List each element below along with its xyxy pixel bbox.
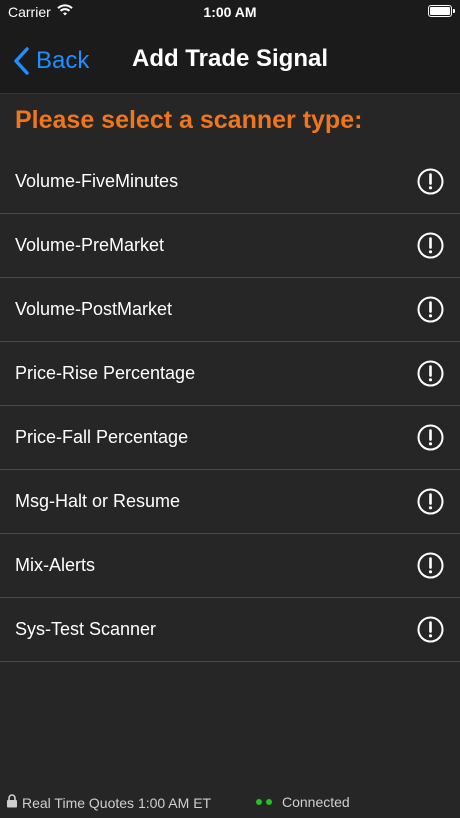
scanner-item-label: Mix-Alerts (15, 555, 95, 575)
exclamation-circle-icon[interactable] (417, 616, 444, 643)
exclamation-circle-icon[interactable] (417, 488, 444, 515)
screen: Carrier 1:00 AM Back Add Trade Signal Pl… (0, 0, 460, 818)
lock-icon (6, 794, 18, 811)
navigation-bar: Back Add Trade Signal (0, 24, 460, 94)
scanner-item-label: Msg-Halt or Resume (15, 491, 181, 511)
scanner-list: Volume-FiveMinutes Volume-PreMarket Volu… (0, 150, 460, 662)
scanner-item-label: Sys-Test Scanner (15, 619, 157, 639)
exclamation-circle-icon[interactable] (417, 360, 444, 387)
quotes-status-text: Real Time Quotes 1:00 AM ET (22, 794, 212, 811)
exclamation-circle-icon[interactable] (417, 552, 444, 579)
battery-icon (428, 5, 455, 17)
scanner-item-price-rise-percentage[interactable]: Price-Rise Percentage (0, 342, 460, 406)
scanner-item-volume-fiveminutes[interactable]: Volume-FiveMinutes (0, 150, 460, 214)
exclamation-circle-icon[interactable] (417, 168, 444, 195)
scanner-item-sys-test-scanner[interactable]: Sys-Test Scanner (0, 598, 460, 662)
scanner-item-mix-alerts[interactable]: Mix-Alerts (0, 534, 460, 598)
connection-status: Connected (256, 794, 350, 810)
connection-status-text: Connected (282, 794, 350, 810)
scanner-item-price-fall-percentage[interactable]: Price-Fall Percentage (0, 406, 460, 470)
exclamation-circle-icon[interactable] (417, 232, 444, 259)
scanner-item-msg-halt-or-resume[interactable]: Msg-Halt or Resume (0, 470, 460, 534)
scanner-item-label: Volume-PostMarket (15, 299, 173, 319)
connection-indicator-icon (256, 799, 276, 805)
scanner-item-label: Volume-FiveMinutes (15, 171, 179, 191)
scanner-item-label: Volume-PreMarket (15, 235, 165, 255)
scanner-item-label: Price-Fall Percentage (15, 427, 189, 447)
scanner-item-volume-postmarket[interactable]: Volume-PostMarket (0, 278, 460, 342)
status-time: 1:00 AM (203, 4, 257, 20)
quotes-status: Real Time Quotes 1:00 AM ET (6, 794, 211, 811)
scanner-item-label: Price-Rise Percentage (15, 363, 196, 383)
status-bar: Carrier 1:00 AM (0, 0, 460, 24)
footer-status: Real Time Quotes 1:00 AM ET Connected (0, 788, 460, 818)
exclamation-circle-icon[interactable] (417, 424, 444, 451)
scanner-item-volume-premarket[interactable]: Volume-PreMarket (0, 214, 460, 278)
page-title: Add Trade Signal (131, 45, 329, 72)
section-header: Please select a scanner type: (15, 106, 363, 134)
exclamation-circle-icon[interactable] (417, 296, 444, 323)
